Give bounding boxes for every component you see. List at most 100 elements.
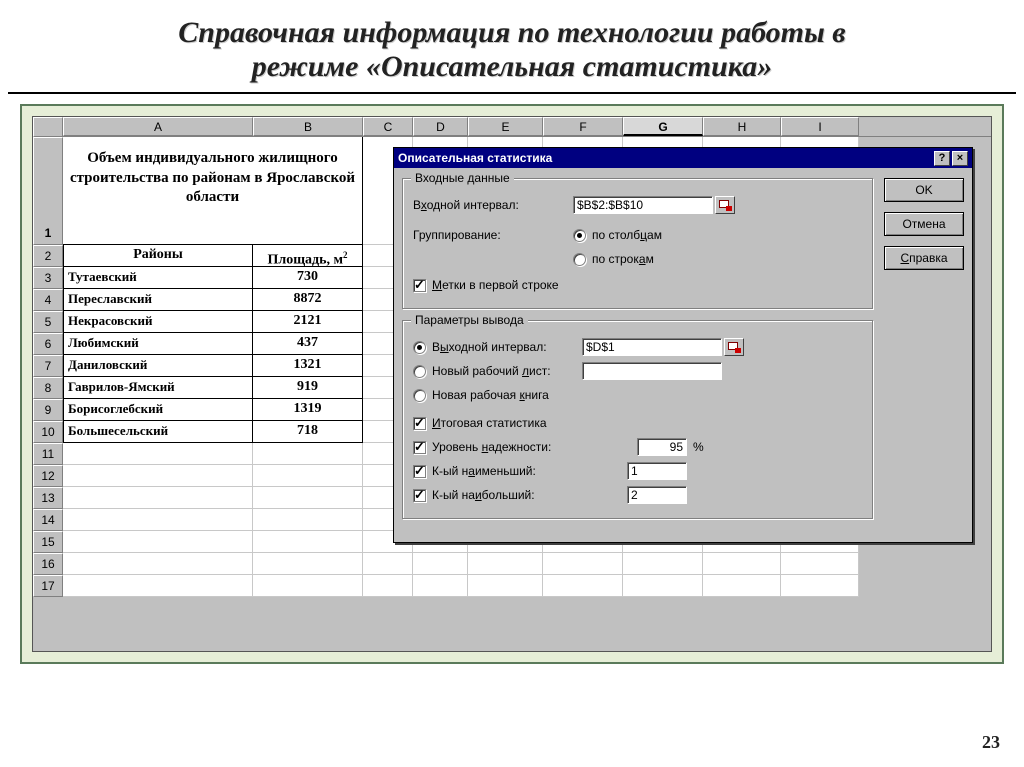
row-header-17[interactable]: 17 xyxy=(33,575,63,597)
by-rows-label: по строкам xyxy=(592,252,654,266)
row-header-7[interactable]: 7 xyxy=(33,355,63,377)
cell[interactable] xyxy=(468,553,543,575)
cell[interactable] xyxy=(363,553,413,575)
cell[interactable] xyxy=(63,575,253,597)
row-header-1[interactable]: 1 xyxy=(33,137,63,245)
row-header-12[interactable]: 12 xyxy=(33,465,63,487)
row-header-11[interactable]: 11 xyxy=(33,443,63,465)
row-header-6[interactable]: 6 xyxy=(33,333,63,355)
input-range-field[interactable]: $B$2:$B$10 xyxy=(573,196,713,214)
col-header-H[interactable]: H xyxy=(703,117,781,136)
input-group: Входные данные Входной интервал: $B$2:$B… xyxy=(402,178,874,310)
cell[interactable] xyxy=(703,553,781,575)
header-b: Площадь, м2 xyxy=(253,245,363,267)
row-header-8[interactable]: 8 xyxy=(33,377,63,399)
data-area[interactable]: 718 xyxy=(253,421,363,443)
cell[interactable] xyxy=(543,575,623,597)
cell[interactable] xyxy=(253,509,363,531)
title-line-1: Справочная информация по технологии рабо… xyxy=(40,16,984,50)
kth-largest-checkbox[interactable] xyxy=(413,489,426,502)
confidence-field[interactable]: 95 xyxy=(637,438,687,456)
cell[interactable] xyxy=(703,575,781,597)
labels-first-row-checkbox[interactable] xyxy=(413,279,426,292)
cell[interactable] xyxy=(253,487,363,509)
cell[interactable] xyxy=(623,553,703,575)
data-area[interactable]: 919 xyxy=(253,377,363,399)
row-header-4[interactable]: 4 xyxy=(33,289,63,311)
cell[interactable] xyxy=(253,531,363,553)
page-number: 23 xyxy=(982,732,1000,753)
row-header-9[interactable]: 9 xyxy=(33,399,63,421)
cancel-button[interactable]: Отмена xyxy=(884,212,964,236)
close-icon[interactable]: × xyxy=(952,151,968,166)
slide-title: Справочная информация по технологии рабо… xyxy=(0,0,1024,92)
data-area[interactable]: 437 xyxy=(253,333,363,355)
ok-button[interactable]: OK xyxy=(884,178,964,202)
cell[interactable] xyxy=(63,509,253,531)
new-sheet-field[interactable] xyxy=(582,362,722,380)
row-header-15[interactable]: 15 xyxy=(33,531,63,553)
cell[interactable] xyxy=(253,553,363,575)
data-district[interactable]: Тутаевский xyxy=(63,267,253,289)
row-header-10[interactable]: 10 xyxy=(33,421,63,443)
cell[interactable] xyxy=(781,553,859,575)
new-book-radio[interactable] xyxy=(413,389,426,402)
output-range-field[interactable]: $D$1 xyxy=(582,338,722,356)
confidence-checkbox[interactable] xyxy=(413,441,426,454)
by-columns-radio[interactable] xyxy=(573,229,586,242)
help-button[interactable]: Справка xyxy=(884,246,964,270)
by-rows-radio[interactable] xyxy=(573,253,586,266)
data-area[interactable]: 1319 xyxy=(253,399,363,421)
cell[interactable] xyxy=(63,531,253,553)
col-header-D[interactable]: D xyxy=(413,117,468,136)
cell[interactable] xyxy=(253,443,363,465)
col-header-E[interactable]: E xyxy=(468,117,543,136)
new-sheet-radio[interactable] xyxy=(413,365,426,378)
data-area[interactable]: 730 xyxy=(253,267,363,289)
cell[interactable] xyxy=(468,575,543,597)
cell[interactable] xyxy=(413,575,468,597)
row-header-5[interactable]: 5 xyxy=(33,311,63,333)
row-header-16[interactable]: 16 xyxy=(33,553,63,575)
cell[interactable] xyxy=(253,575,363,597)
dialog-titlebar[interactable]: Описательная статистика ? × xyxy=(394,148,972,168)
range-select-icon[interactable] xyxy=(715,196,735,214)
cell[interactable] xyxy=(63,443,253,465)
cell[interactable] xyxy=(253,465,363,487)
row-header-3[interactable]: 3 xyxy=(33,267,63,289)
cell[interactable] xyxy=(63,487,253,509)
row-header-13[interactable]: 13 xyxy=(33,487,63,509)
kth-smallest-field[interactable]: 1 xyxy=(627,462,687,480)
cell[interactable] xyxy=(63,465,253,487)
output-range-radio[interactable] xyxy=(413,341,426,354)
cell[interactable] xyxy=(63,553,253,575)
kth-largest-field[interactable]: 2 xyxy=(627,486,687,504)
data-district[interactable]: Даниловский xyxy=(63,355,253,377)
data-district[interactable]: Любимский xyxy=(63,333,253,355)
col-header-F[interactable]: F xyxy=(543,117,623,136)
col-header-I[interactable]: I xyxy=(781,117,859,136)
help-icon[interactable]: ? xyxy=(934,151,950,166)
kth-smallest-checkbox[interactable] xyxy=(413,465,426,478)
col-header-C[interactable]: C xyxy=(363,117,413,136)
cell[interactable] xyxy=(413,553,468,575)
data-district[interactable]: Переславский xyxy=(63,289,253,311)
cell[interactable] xyxy=(363,575,413,597)
cell[interactable] xyxy=(543,553,623,575)
row-header-2[interactable]: 2 xyxy=(33,245,63,267)
data-area[interactable]: 2121 xyxy=(253,311,363,333)
col-header-B[interactable]: B xyxy=(253,117,363,136)
data-area[interactable]: 8872 xyxy=(253,289,363,311)
data-district[interactable]: Гаврилов-Ямский xyxy=(63,377,253,399)
data-district[interactable]: Большесельский xyxy=(63,421,253,443)
data-district[interactable]: Некрасовский xyxy=(63,311,253,333)
cell[interactable] xyxy=(781,575,859,597)
range-select-icon-2[interactable] xyxy=(724,338,744,356)
summary-checkbox[interactable] xyxy=(413,417,426,430)
row-header-14[interactable]: 14 xyxy=(33,509,63,531)
data-district[interactable]: Борисоглебский xyxy=(63,399,253,421)
col-header-G[interactable]: G xyxy=(623,117,703,136)
cell[interactable] xyxy=(623,575,703,597)
col-header-A[interactable]: A xyxy=(63,117,253,136)
data-area[interactable]: 1321 xyxy=(253,355,363,377)
